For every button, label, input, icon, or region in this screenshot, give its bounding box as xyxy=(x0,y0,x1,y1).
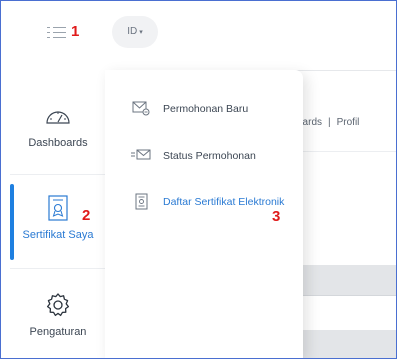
submenu-item-label: Daftar Sertifikat Elektronik xyxy=(163,196,285,208)
breadcrumb-item-profil[interactable]: Profil xyxy=(337,117,360,128)
breadcrumb: oards | Profil xyxy=(297,117,360,128)
sidebar-item-label: Sertifikat Saya xyxy=(22,229,94,241)
certificate-list-icon xyxy=(135,193,148,210)
submenu-item-label: Permohonan Baru xyxy=(163,103,249,115)
annotation-marker-1: 1 xyxy=(71,23,80,40)
submenu-item-status-permohonan[interactable]: Status Permohonan xyxy=(105,145,303,169)
sidebar-item-sertifikat-saya[interactable]: Sertifikat Saya xyxy=(10,195,106,241)
sidebar-item-dashboards[interactable]: Dashboards xyxy=(10,106,106,149)
envelope-plus-icon xyxy=(132,101,150,116)
annotation-marker-2: 2 xyxy=(82,207,91,224)
caret-down-icon: ▾ xyxy=(139,29,143,36)
speedometer-icon xyxy=(46,111,70,124)
sidebar-item-pengaturan[interactable]: Pengaturan xyxy=(10,292,106,338)
certificate-icon xyxy=(48,195,68,221)
submenu-item-label: Status Permohonan xyxy=(163,150,256,162)
table-header-band xyxy=(297,265,396,295)
sidebar-item-label: Pengaturan xyxy=(29,326,87,338)
gear-icon xyxy=(46,293,70,317)
sidebar: Dashboards Sertifikat Saya Pengaturan xyxy=(10,70,107,358)
sidebar-item-label: Dashboards xyxy=(28,137,88,149)
language-selector[interactable]: ID ▾ xyxy=(112,16,158,48)
menu-icon xyxy=(47,27,50,28)
submenu-item-permohonan-baru[interactable]: Permohonan Baru xyxy=(105,98,303,122)
envelope-status-icon xyxy=(131,149,151,160)
app-frame: 1 ID ▾ oards | Profil Dashboards Sertifi… xyxy=(0,0,397,359)
annotation-marker-3: 3 xyxy=(272,208,281,225)
menu-toggle-button[interactable] xyxy=(47,25,69,41)
language-label: ID xyxy=(127,26,138,37)
top-bar: 1 ID ▾ xyxy=(1,1,396,70)
table-row-band xyxy=(297,330,396,358)
